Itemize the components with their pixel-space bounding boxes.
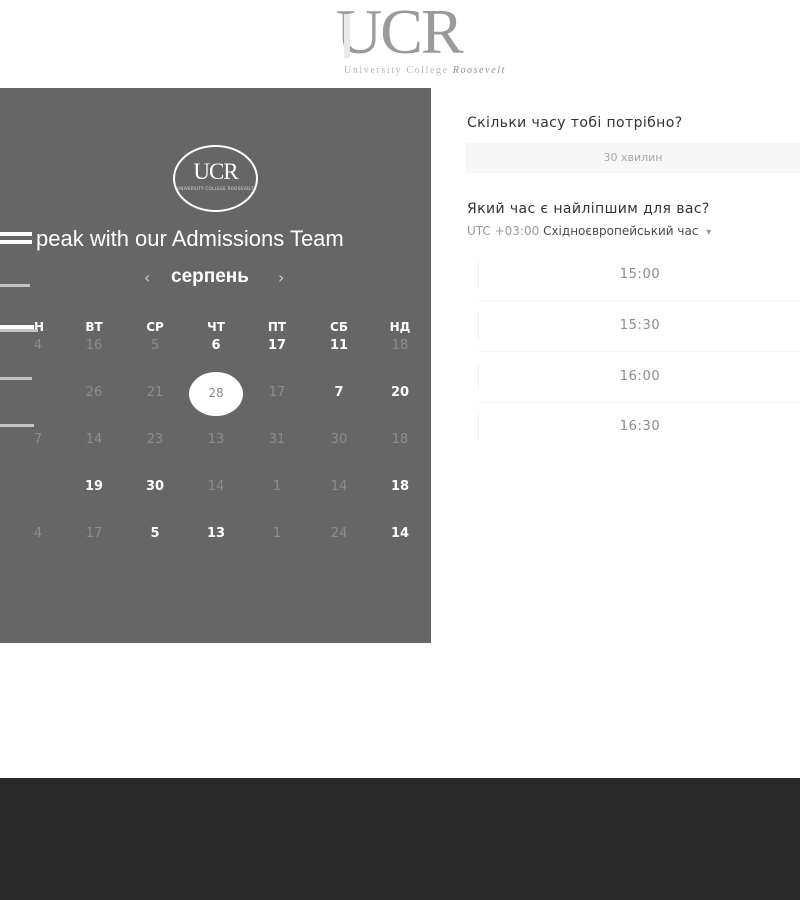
- duration-select[interactable]: 30 хвилин: [466, 143, 800, 173]
- row-marker-decoration: [0, 329, 38, 332]
- slot-divider: [478, 402, 800, 403]
- weekday-label: НД: [389, 320, 411, 334]
- calendar-day[interactable]: 17: [256, 336, 298, 356]
- calendar-panel: UCR UNIVERSITY COLLEGE ROOSEVELT peak wi…: [0, 88, 431, 643]
- time-question: Який час є найліпшим для вас?: [467, 201, 710, 217]
- row-marker-decoration: [0, 284, 30, 287]
- calendar-day[interactable]: 30: [134, 477, 176, 497]
- time-slot[interactable]: 15:30: [478, 313, 800, 339]
- calendar-grid: 4 16 5 6 17 11 18 26 21 28 17 7 20 7 14 23 13 31 30 18 19 30 1…: [0, 284, 431, 576]
- month-label: серпень: [171, 266, 249, 287]
- timezone-name: Східноєвропейський час: [543, 224, 699, 238]
- next-month-icon[interactable]: ›: [278, 268, 284, 287]
- calendar-day: 7: [33, 432, 43, 447]
- calendar-day: 14: [85, 432, 103, 447]
- logo-tagline: University College Roosevelt: [344, 65, 507, 76]
- weekday-label: ПТ: [267, 320, 287, 334]
- chevron-down-icon: ▾: [706, 227, 712, 238]
- weekday-label: СБ: [330, 320, 348, 334]
- panel-title: peak with our Admissions Team: [0, 226, 431, 256]
- calendar-day[interactable]: 6: [195, 336, 237, 356]
- title-bar-decoration: [0, 232, 32, 236]
- calendar-day: 21: [146, 385, 164, 400]
- slot-divider: [478, 300, 800, 301]
- month-navigation: ‹ серпень ›: [0, 266, 431, 292]
- calendar-day: 1: [272, 479, 282, 494]
- logo-mark: UCR: [336, 0, 464, 67]
- calendar-day: 5: [150, 338, 160, 353]
- weekday-header: Н ВТ СР ЧТ ПТ СБ НД: [0, 320, 431, 336]
- calendar-day: 23: [146, 432, 164, 447]
- calendar-day[interactable]: 11: [318, 336, 360, 356]
- calendar-day: 26: [85, 385, 103, 400]
- weekday-label: ВТ: [85, 320, 103, 334]
- calendar-day: 17: [268, 385, 286, 400]
- weekday-label: ЧТ: [207, 320, 225, 334]
- row-marker-decoration: [0, 377, 32, 380]
- calendar-day[interactable]: 13: [195, 524, 237, 544]
- calendar-day: 14: [330, 479, 348, 494]
- calendar-day: 4: [33, 338, 43, 353]
- calendar-day: 4: [33, 526, 43, 541]
- calendar-day[interactable]: 18: [379, 477, 421, 497]
- duration-question: Скільки часу тобі потрібно?: [467, 115, 683, 131]
- calendar-day[interactable]: 19: [73, 477, 115, 497]
- ucr-logo[interactable]: UCR University College Roosevelt: [336, 0, 536, 76]
- calendar-day: 18: [391, 338, 409, 353]
- calendar-day: 1: [272, 526, 282, 541]
- calendar-day[interactable]: 20: [379, 383, 421, 403]
- calendar-day: 24: [330, 526, 348, 541]
- timezone-select[interactable]: UTC +03:00 Східноєвропейський час ▾: [467, 224, 711, 238]
- time-slot[interactable]: 15:00: [478, 262, 800, 288]
- calendar-day: 17: [85, 526, 103, 541]
- calendar-day: 13: [207, 432, 225, 447]
- time-slot[interactable]: 16:30: [478, 414, 800, 440]
- slot-divider: [478, 351, 800, 352]
- calendar-day[interactable]: 14: [379, 524, 421, 544]
- weekday-label: СР: [146, 320, 164, 334]
- panel-logo-tagline: UNIVERSITY COLLEGE ROOSEVELT: [177, 186, 254, 191]
- title-bar-decoration: [0, 240, 32, 244]
- calendar-day: 31: [268, 432, 286, 447]
- selected-day[interactable]: 28: [189, 372, 243, 416]
- timezone-offset: UTC +03:00: [467, 224, 540, 238]
- calendar-day[interactable]: 7: [318, 383, 360, 403]
- calendar-day: 16: [85, 338, 103, 353]
- panel-logo: UCR UNIVERSITY COLLEGE ROOSEVELT: [173, 145, 258, 212]
- calendar-day: 30: [330, 432, 348, 447]
- panel-title-text: peak with our Admissions Team: [36, 226, 344, 251]
- prev-month-icon[interactable]: ‹: [144, 268, 150, 287]
- calendar-day: 18: [391, 432, 409, 447]
- time-slot[interactable]: 16:00: [478, 364, 800, 390]
- panel-logo-mark: UCR: [193, 159, 238, 184]
- calendar-day[interactable]: 5: [134, 524, 176, 544]
- calendar-day: 14: [207, 479, 225, 494]
- row-marker-decoration: [0, 424, 34, 427]
- page-footer: [0, 778, 800, 900]
